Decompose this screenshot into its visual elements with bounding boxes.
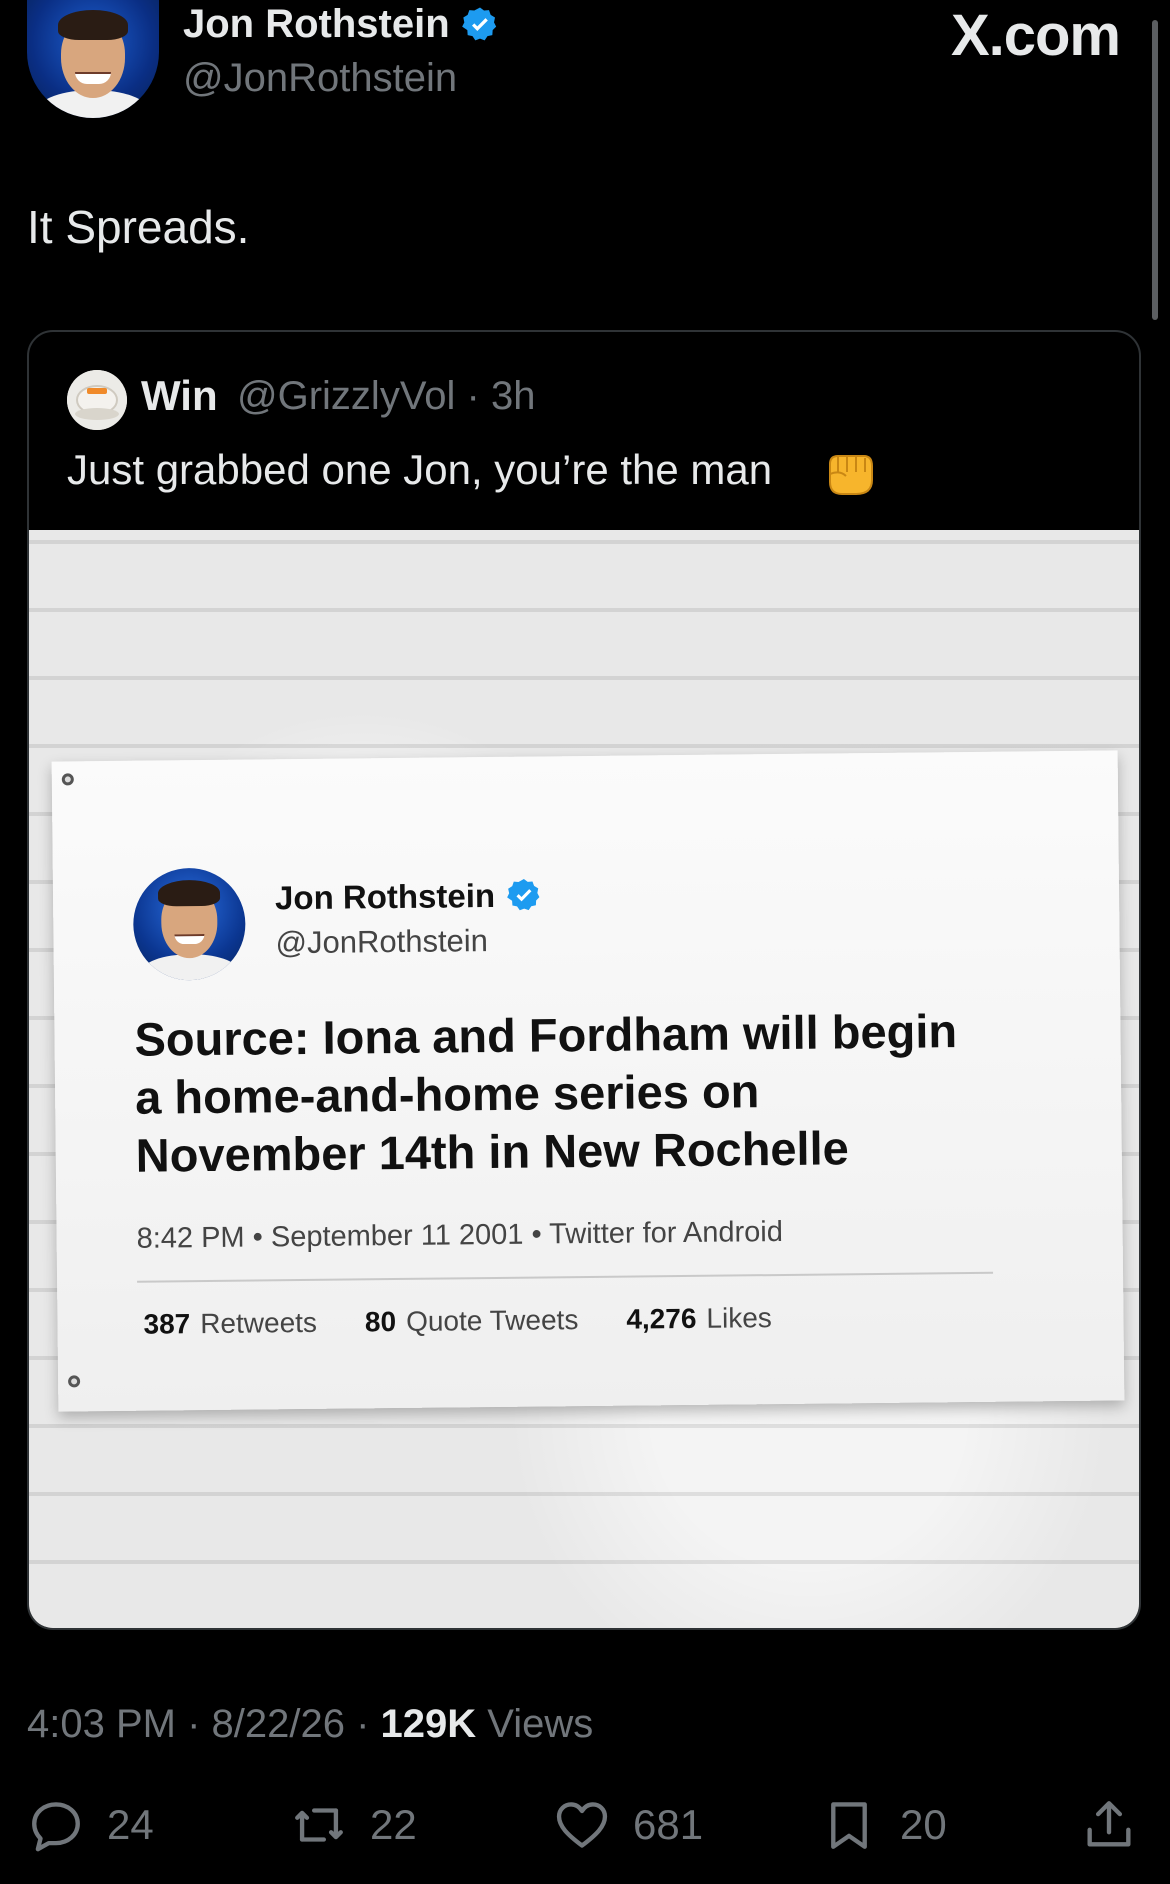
flag-name-row: Jon Rothstein [275, 876, 543, 917]
site-watermark: X.com [950, 3, 1121, 68]
flag-retweets-label: Retweets [200, 1306, 318, 1340]
flag-tweet-meta: 8:42 PM • September 11 2001 • Twitter fo… [136, 1215, 784, 1255]
cap-avatar-icon [67, 370, 127, 430]
flag-avatar [132, 867, 246, 981]
printed-tweet-flag: Jon Rothstein @JonRothstein Source: Iona… [51, 750, 1125, 1412]
flag-grommet [61, 773, 74, 786]
fist-bump-emoji-icon [829, 455, 873, 495]
share-button[interactable] [1080, 1796, 1138, 1854]
repost-button[interactable]: 22 [290, 1796, 417, 1854]
bookmark-button[interactable]: 20 [820, 1796, 947, 1854]
reply-count: 24 [107, 1801, 154, 1848]
reply-icon [32, 1802, 80, 1852]
avatar-hair [157, 879, 221, 907]
reply-button[interactable]: 24 [27, 1796, 154, 1854]
author-name-row[interactable]: Jon Rothstein [183, 2, 500, 47]
views-count: 129K [380, 1702, 477, 1746]
repost-count: 22 [370, 1801, 417, 1848]
like-button[interactable]: 681 [553, 1796, 703, 1854]
flag-retweets-count: 387 [143, 1308, 191, 1340]
author-name[interactable]: Jon Rothstein [183, 2, 450, 47]
avatar-hair [58, 10, 128, 40]
quote-author-name[interactable]: Win [141, 372, 218, 420]
flag-likes-count: 4,276 [626, 1302, 697, 1335]
bookmark-count: 20 [900, 1801, 947, 1848]
bookmark-icon [831, 1802, 867, 1849]
views-label: Views [476, 1702, 594, 1746]
flag-author-handle: @JonRothstein [275, 923, 489, 961]
heart-icon [556, 1802, 608, 1848]
verified-badge-icon [461, 7, 496, 40]
flag-tweet-text: Source: Iona and Fordham will begin a ho… [134, 1004, 958, 1182]
quote-author-avatar[interactable] [67, 370, 127, 430]
flag-quotes-label: Quote Tweets [405, 1304, 579, 1337]
flag-stat-quotes: 80 Quote Tweets [365, 1304, 579, 1338]
flag-divider [137, 1271, 994, 1283]
quote-media-image[interactable]: Jon Rothstein @JonRothstein Source: Iona… [29, 530, 1139, 1628]
timestamp-text: 4:03 PM · 8/22/26 · [27, 1702, 381, 1746]
like-count: 681 [633, 1801, 704, 1848]
flag-author-name: Jon Rothstein [274, 876, 496, 917]
flag-stat-retweets: 387 Retweets [143, 1307, 317, 1341]
quote-text: Just grabbed one Jon, you’re the man [67, 446, 773, 493]
verified-badge-icon [507, 879, 540, 911]
author-avatar[interactable] [27, 0, 159, 118]
flag-quotes-count: 80 [364, 1306, 397, 1338]
share-icon [1087, 1801, 1131, 1847]
flag-likes-label: Likes [706, 1302, 772, 1334]
flag-stats: 387 Retweets 80 Quote Tweets 4,276 Likes [143, 1302, 772, 1341]
quote-author-meta[interactable]: @GrizzlyVol · 3h [237, 374, 535, 419]
tweet-text: It Spreads. [27, 201, 250, 253]
tweet-timestamp[interactable]: 4:03 PM · 8/22/26 · 129K Views [27, 1702, 593, 1747]
flag-stat-likes: 4,276 Likes [626, 1302, 772, 1336]
repost-icon [295, 1808, 343, 1842]
flag-grommet [68, 1375, 81, 1388]
author-handle[interactable]: @JonRothstein [183, 56, 457, 101]
action-bar: 24 22 681 20 [0, 1796, 1170, 1866]
scrollbar[interactable] [1152, 20, 1158, 320]
quote-tweet-card[interactable]: Win @GrizzlyVol · 3h Just grabbed one Jo… [27, 330, 1141, 1630]
